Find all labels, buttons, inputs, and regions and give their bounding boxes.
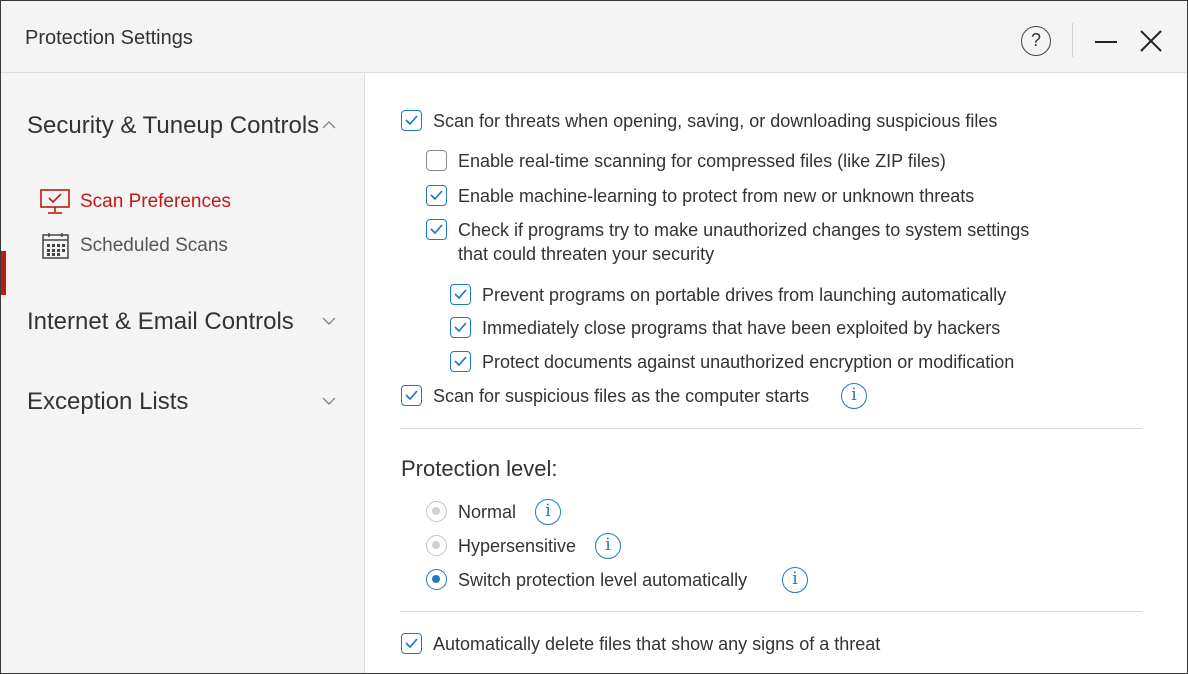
chevron-down-icon[interactable] xyxy=(321,393,337,409)
option-label: Enable real-time scanning for compressed… xyxy=(458,151,946,171)
nav-group-internet-email[interactable]: Internet & Email Controls xyxy=(27,307,327,336)
title-bar-divider xyxy=(1072,23,1073,57)
option-label: Scan for suspicious files as the compute… xyxy=(433,386,810,406)
radio-option-hypersensitive[interactable]: Hypersensitive i xyxy=(426,533,626,559)
info-icon[interactable]: i xyxy=(782,567,808,593)
help-button[interactable]: ? xyxy=(1021,26,1051,56)
info-icon[interactable]: i xyxy=(841,383,867,409)
nav-group-exception-lists[interactable]: Exception Lists xyxy=(27,387,327,416)
option-label: Prevent programs on portable drives from… xyxy=(482,285,1007,305)
option-label: Protect documents against unauthorized e… xyxy=(482,352,1015,372)
checkbox[interactable] xyxy=(426,219,447,240)
chevron-up-icon[interactable] xyxy=(321,117,337,133)
checkbox[interactable] xyxy=(401,633,422,654)
radio-option-normal[interactable]: Normal i xyxy=(426,499,566,525)
title-bar: Protection Settings ? xyxy=(1,1,1187,73)
checkbox[interactable] xyxy=(450,284,471,305)
radio-button[interactable] xyxy=(426,501,447,522)
radio-button[interactable] xyxy=(426,535,447,556)
option-label: Immediately close programs that have bee… xyxy=(482,318,1001,338)
checkbox[interactable] xyxy=(426,150,447,171)
option-label: Enable machine-learning to protect from … xyxy=(458,186,975,206)
nav-group-security-tuneup[interactable]: Security & Tuneup Controls xyxy=(27,111,327,140)
radio-option-switch-automatically[interactable]: Switch protection level automatically i xyxy=(426,567,826,593)
checkbox[interactable] xyxy=(450,351,471,372)
option-scan-on-startup[interactable]: Scan for suspicious files as the compute… xyxy=(401,383,881,409)
section-divider xyxy=(400,428,1142,429)
calendar-icon xyxy=(39,232,71,260)
monitor-check-icon xyxy=(39,188,71,216)
sidebar: Security & Tuneup Controls Scan Preferen… xyxy=(1,73,365,673)
checkbox[interactable] xyxy=(401,385,422,406)
option-label: Automatically delete files that show any… xyxy=(433,634,881,654)
checkbox[interactable] xyxy=(401,110,422,131)
checkbox[interactable] xyxy=(450,317,471,338)
chevron-down-icon[interactable] xyxy=(321,313,337,329)
info-icon[interactable]: i xyxy=(595,533,621,559)
section-divider xyxy=(400,611,1142,612)
radio-label: Switch protection level automatically xyxy=(458,570,748,590)
close-icon[interactable] xyxy=(1137,26,1165,56)
protection-level-title: Protection level: xyxy=(401,456,558,481)
active-nav-indicator xyxy=(1,251,6,295)
option-label: Check if programs try to make unauthoriz… xyxy=(458,220,1030,240)
protection-settings-window: Protection Settings ? Security & Tuneup … xyxy=(0,0,1188,674)
checkbox[interactable] xyxy=(426,185,447,206)
info-icon[interactable]: i xyxy=(535,499,561,525)
window-title: Protection Settings xyxy=(25,27,193,49)
sidebar-item-label: Scan Preferences xyxy=(80,191,232,212)
radio-button[interactable] xyxy=(426,569,447,590)
sidebar-item-label: Scheduled Scans xyxy=(80,235,228,256)
option-label-continued: that could threaten your security xyxy=(458,244,715,264)
radio-label: Hypersensitive xyxy=(458,536,577,556)
option-label: Scan for threats when opening, saving, o… xyxy=(433,111,998,131)
scan-preferences-panel: Scan for threats when opening, saving, o… xyxy=(366,73,1187,673)
radio-label: Normal xyxy=(458,502,517,522)
minimize-icon[interactable] xyxy=(1095,41,1117,43)
